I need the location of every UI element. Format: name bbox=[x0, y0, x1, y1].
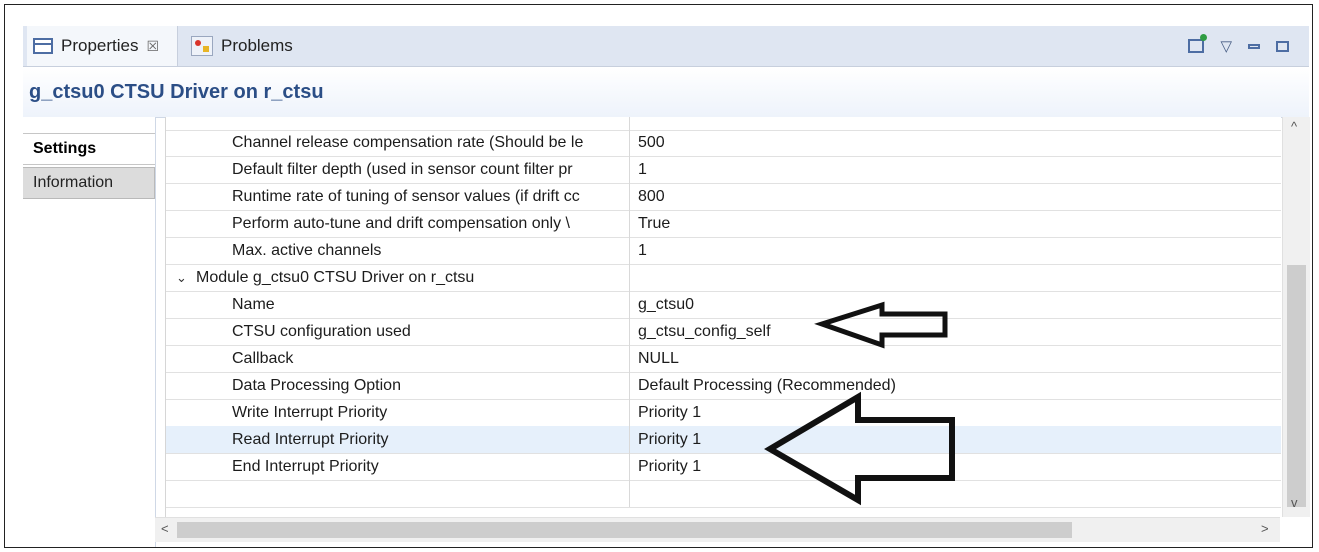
table-row-module-group[interactable]: ⌄ Module g_ctsu0 CTSU Driver on r_ctsu bbox=[166, 264, 1281, 292]
property-value[interactable]: 500 bbox=[638, 129, 1268, 156]
table-row[interactable]: Data Processing Option Default Processin… bbox=[166, 372, 1281, 400]
tab-problems-label: Problems bbox=[221, 36, 293, 55]
property-name: Channel release compensation rate (Shoul… bbox=[166, 129, 630, 156]
chevron-down-icon[interactable]: ⌄ bbox=[176, 264, 196, 291]
property-value[interactable]: NULL bbox=[638, 345, 1268, 372]
property-name: Read Interrupt Priority bbox=[166, 426, 630, 453]
minimize-icon[interactable] bbox=[1248, 43, 1260, 49]
table-row-selected[interactable]: Read Interrupt Priority Priority 1 bbox=[166, 426, 1281, 454]
page-title: g_ctsu0 CTSU Driver on r_ctsu bbox=[29, 81, 324, 103]
properties-title-bar: g_ctsu0 CTSU Driver on r_ctsu bbox=[23, 67, 1309, 118]
scroll-left-icon[interactable]: < bbox=[161, 521, 169, 536]
pin-icon[interactable] bbox=[1188, 34, 1208, 53]
table-row[interactable]: CTSU configuration used g_ctsu_config_se… bbox=[166, 318, 1281, 346]
property-value[interactable]: Priority 1 bbox=[638, 453, 1268, 480]
property-value[interactable]: Default Processing (Recommended) bbox=[638, 372, 1268, 399]
property-name: Callback bbox=[166, 345, 630, 372]
view-toolbar: ▽ bbox=[1188, 26, 1289, 66]
property-name: Write Interrupt Priority bbox=[166, 399, 630, 426]
table-row[interactable]: Write Interrupt Priority Priority 1 bbox=[166, 399, 1281, 427]
property-name: Data Processing Option bbox=[166, 372, 630, 399]
property-table: Channel release compensation rate (Shoul… bbox=[165, 117, 1281, 517]
table-row[interactable]: End Interrupt Priority Priority 1 bbox=[166, 453, 1281, 481]
property-value[interactable]: Priority 1 bbox=[638, 399, 1268, 426]
table-row[interactable]: Max. active channels 1 bbox=[166, 237, 1281, 265]
horizontal-scrollbar[interactable]: < > bbox=[155, 517, 1280, 542]
property-value[interactable]: 1 bbox=[638, 237, 1268, 264]
vertical-scrollbar[interactable]: ^ v bbox=[1282, 117, 1310, 517]
property-name: CTSU configuration used bbox=[166, 318, 630, 345]
tab-problems[interactable]: Problems bbox=[185, 26, 325, 66]
table-row[interactable]: Default filter depth (used in sensor cou… bbox=[166, 156, 1281, 184]
tab-information[interactable]: Information bbox=[23, 167, 155, 199]
view-tab-bar: Properties ☒ Problems ▽ bbox=[23, 26, 1309, 67]
property-value[interactable]: g_ctsu_config_self bbox=[638, 318, 1268, 345]
table-row[interactable] bbox=[166, 480, 1281, 508]
property-name: Max. active channels bbox=[166, 237, 630, 264]
view-menu-icon[interactable]: ▽ bbox=[1220, 37, 1232, 55]
horizontal-scroll-thumb[interactable] bbox=[177, 522, 1072, 538]
problems-icon bbox=[191, 36, 213, 56]
close-icon[interactable]: ☒ bbox=[146, 38, 159, 55]
maximize-icon[interactable] bbox=[1276, 40, 1289, 52]
property-name: Runtime rate of tuning of sensor values … bbox=[166, 183, 630, 210]
property-value[interactable]: 1 bbox=[638, 156, 1268, 183]
scroll-down-icon[interactable]: v bbox=[1291, 495, 1298, 510]
property-name bbox=[166, 480, 630, 507]
property-name: Perform auto-tune and drift compensation… bbox=[166, 210, 630, 237]
property-value[interactable]: True bbox=[638, 210, 1268, 237]
scroll-right-icon[interactable]: > bbox=[1261, 521, 1269, 536]
table-row[interactable]: Runtime rate of tuning of sensor values … bbox=[166, 183, 1281, 211]
table-row[interactable]: Perform auto-tune and drift compensation… bbox=[166, 210, 1281, 238]
tab-properties[interactable]: Properties ☒ bbox=[27, 26, 178, 66]
table-row[interactable]: Name g_ctsu0 bbox=[166, 291, 1281, 319]
property-group-name: ⌄ Module g_ctsu0 CTSU Driver on r_ctsu bbox=[166, 264, 630, 291]
property-name: Name bbox=[166, 291, 630, 318]
module-group-label: Module g_ctsu0 CTSU Driver on r_ctsu bbox=[196, 269, 475, 286]
property-value[interactable]: g_ctsu0 bbox=[638, 291, 1268, 318]
scroll-up-icon[interactable]: ^ bbox=[1291, 119, 1297, 134]
property-value bbox=[638, 480, 1268, 507]
tab-properties-label: Properties bbox=[61, 36, 139, 55]
property-name: Default filter depth (used in sensor cou… bbox=[166, 156, 630, 183]
properties-icon bbox=[33, 38, 53, 54]
property-name: End Interrupt Priority bbox=[166, 453, 630, 480]
table-row[interactable]: Callback NULL bbox=[166, 345, 1281, 373]
vertical-scroll-thumb[interactable] bbox=[1287, 265, 1306, 507]
table-row[interactable]: Channel release compensation rate (Shoul… bbox=[166, 129, 1281, 157]
property-value[interactable]: 800 bbox=[638, 183, 1268, 210]
side-tab-panel: Settings Information bbox=[23, 117, 156, 547]
property-value bbox=[638, 264, 1268, 291]
tab-settings[interactable]: Settings bbox=[23, 133, 155, 165]
property-value[interactable]: Priority 1 bbox=[638, 426, 1268, 453]
